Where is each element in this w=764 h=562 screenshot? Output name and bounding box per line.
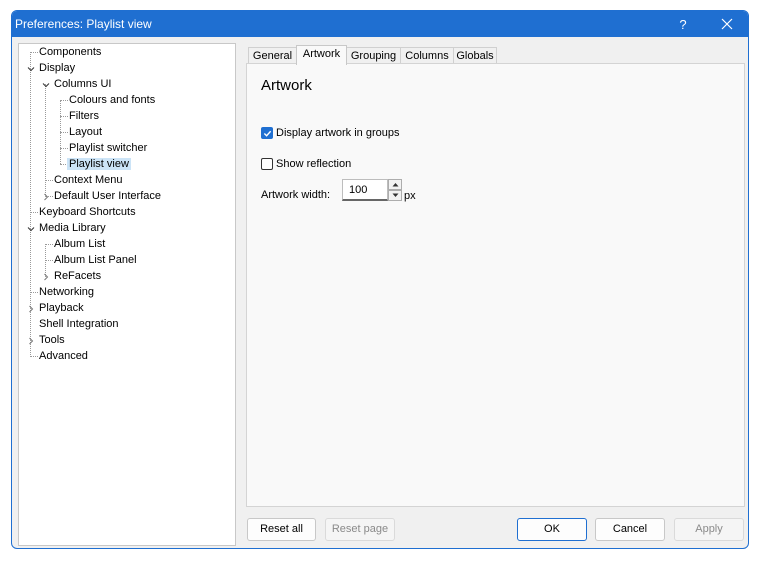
close-icon (721, 18, 733, 30)
display-artwork-checkbox[interactable] (261, 127, 273, 139)
show-reflection-checkbox[interactable] (261, 158, 273, 170)
tree-item-album-list[interactable]: Album List (52, 236, 107, 252)
tree-item-playback[interactable]: Playback (37, 300, 86, 316)
artwork-width-spinner (388, 179, 402, 201)
artwork-panel: Artwork Display artwork in groups Show r… (246, 63, 745, 507)
reset-all-button[interactable]: Reset all (247, 518, 316, 541)
tree-item-label: Networking (39, 286, 95, 298)
checkmark-icon (263, 130, 271, 137)
spin-down-button[interactable] (388, 190, 402, 201)
preferences-window: Preferences: Playlist view ? Components … (11, 10, 749, 549)
tree-item-networking[interactable]: Networking (37, 284, 96, 300)
tree-item-label: Colours and fonts (69, 94, 156, 106)
tree-item-columns-ui[interactable]: Columns UI (52, 76, 113, 92)
tree-item-label: Context Menu (54, 174, 123, 186)
tree-item-refacets[interactable]: ReFacets (52, 268, 103, 284)
expanded-chevron-icon[interactable] (26, 224, 35, 233)
tree-item-label: Album List Panel (54, 254, 137, 266)
expanded-chevron-icon[interactable] (41, 80, 50, 89)
tree-item-label: Tools (39, 334, 65, 346)
close-button[interactable] (706, 11, 748, 37)
tab-general[interactable]: General (248, 47, 297, 64)
tree-item-context-menu[interactable]: Context Menu (52, 172, 124, 188)
tree-item-advanced[interactable]: Advanced (37, 348, 90, 364)
expanded-chevron-icon[interactable] (26, 64, 35, 73)
reset-page-button[interactable]: Reset page (325, 518, 395, 541)
tab-artwork[interactable]: Artwork (296, 45, 347, 65)
tree-item-default-user-interface[interactable]: Default User Interface (52, 188, 163, 204)
ok-button[interactable]: OK (517, 518, 587, 541)
tree-item-filters[interactable]: Filters (67, 108, 101, 124)
tree-item-label: Display (39, 62, 76, 74)
tree-item-shell-integration[interactable]: Shell Integration (37, 316, 121, 332)
tree-item-label: Default User Interface (54, 190, 161, 202)
apply-button[interactable]: Apply (674, 518, 744, 541)
help-button[interactable]: ? (662, 11, 704, 37)
arrow-down-icon (392, 193, 398, 197)
tree-item-tools[interactable]: Tools (37, 332, 67, 348)
tree-item-label: Album List (54, 238, 106, 250)
collapsed-chevron-icon[interactable] (26, 304, 35, 313)
tree-item-label: Filters (69, 110, 99, 122)
tree-item-display[interactable]: Display (37, 60, 77, 76)
tree-item-keyboard-shortcuts[interactable]: Keyboard Shortcuts (37, 204, 138, 220)
collapsed-chevron-icon[interactable] (41, 272, 50, 281)
artwork-width-label: Artwork width: (261, 189, 331, 201)
artwork-width-unit: px (404, 190, 416, 202)
tree-item-label: Layout (69, 126, 103, 138)
cancel-button[interactable]: Cancel (595, 518, 665, 541)
collapsed-chevron-icon[interactable] (26, 336, 35, 345)
tree-item-media-library[interactable]: Media Library (37, 220, 108, 236)
tree-item-components[interactable]: Components (37, 44, 103, 60)
preferences-tree[interactable]: Components Display Columns UI Colours an… (18, 43, 236, 546)
artwork-width-input[interactable]: 100 (342, 179, 388, 201)
show-reflection-checkbox-row[interactable]: Show reflection (261, 156, 351, 172)
display-artwork-checkbox-row[interactable]: Display artwork in groups (261, 125, 400, 141)
tree-item-playlist-view[interactable]: Playlist view (67, 156, 131, 172)
title-bar[interactable]: Preferences: Playlist view ? (12, 11, 748, 37)
tab-columns[interactable]: Columns (400, 47, 454, 64)
collapsed-chevron-icon[interactable] (41, 192, 50, 201)
tree-item-label: ReFacets (54, 270, 102, 282)
tree-item-colours-and-fonts[interactable]: Colours and fonts (67, 92, 157, 108)
tree-item-layout[interactable]: Layout (67, 124, 104, 140)
display-artwork-label: Display artwork in groups (276, 127, 400, 139)
tree-item-label: Shell Integration (39, 318, 119, 330)
tree-item-label: Advanced (39, 350, 88, 362)
window-title: Preferences: Playlist view (15, 17, 152, 31)
tree-item-label: Playlist switcher (69, 142, 148, 154)
tree-item-label: Playlist view (67, 158, 131, 170)
tree-item-label: Columns UI (54, 78, 112, 90)
spin-up-button[interactable] (388, 179, 402, 190)
tree-item-label: Keyboard Shortcuts (39, 206, 136, 218)
tree-item-label: Components (39, 46, 102, 58)
tree-item-label: Playback (39, 302, 84, 314)
tab-globals[interactable]: Globals (453, 47, 497, 64)
tree-item-playlist-switcher[interactable]: Playlist switcher (67, 140, 149, 156)
tree-item-album-list-panel[interactable]: Album List Panel (52, 252, 139, 268)
panel-title: Artwork (261, 77, 312, 94)
show-reflection-label: Show reflection (276, 158, 352, 170)
arrow-up-icon (392, 183, 398, 187)
tab-grouping[interactable]: Grouping (346, 47, 401, 64)
tree-item-label: Media Library (39, 222, 106, 234)
